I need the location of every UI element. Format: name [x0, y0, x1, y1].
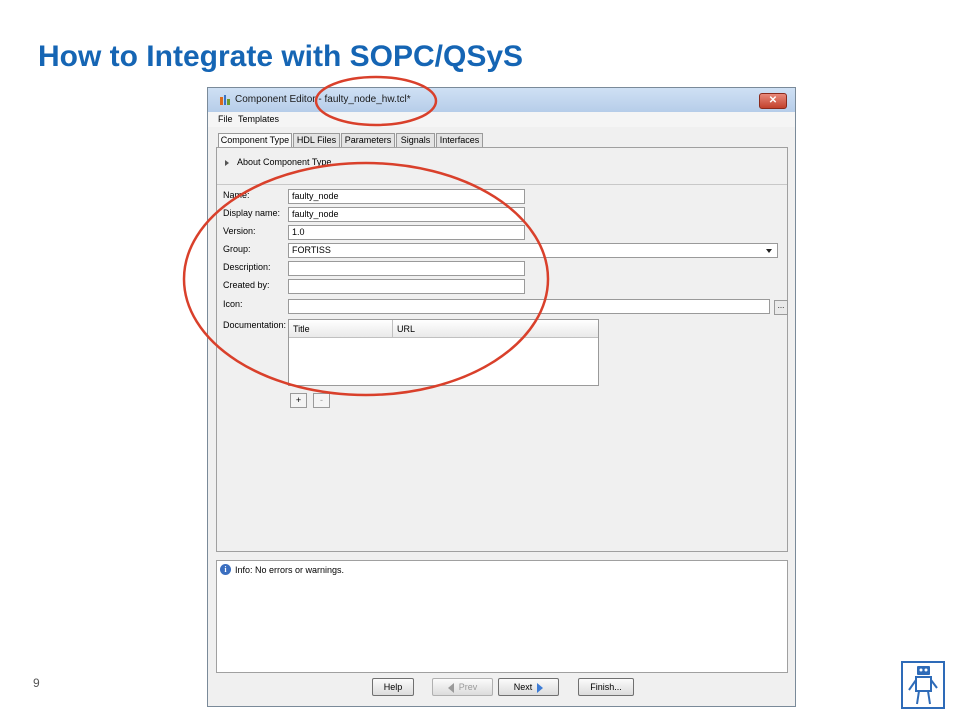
arrow-right-icon: [537, 682, 544, 693]
next-button[interactable]: Next: [498, 678, 559, 696]
component-editor-icon: [220, 95, 230, 105]
version-field[interactable]: 1.0: [288, 225, 525, 240]
about-label: About Component Type: [237, 157, 332, 167]
message-panel: i Info: No errors or warnings.: [216, 560, 788, 673]
documentation-table[interactable]: Title URL: [288, 319, 599, 386]
description-field[interactable]: [288, 261, 525, 276]
description-label: Description:: [223, 262, 271, 272]
menu-file[interactable]: File: [218, 114, 233, 124]
tab-component-type[interactable]: Component Type: [218, 133, 292, 148]
chevron-down-icon: [766, 249, 772, 253]
icon-field[interactable]: [288, 299, 770, 314]
add-doc-button[interactable]: +: [290, 393, 307, 408]
name-label: Name:: [223, 190, 250, 200]
display-name-field[interactable]: faulty_node: [288, 207, 525, 222]
created-by-label: Created by:: [223, 280, 270, 290]
column-title[interactable]: Title: [293, 324, 310, 334]
created-by-field[interactable]: [288, 279, 525, 294]
title-bar[interactable]: Component Editor - faulty_node_hw.tcl* ✕: [208, 88, 795, 113]
table-header: Title URL: [289, 320, 598, 338]
tab-hdl-files[interactable]: HDL Files: [293, 133, 340, 147]
name-field[interactable]: faulty_node: [288, 189, 525, 204]
remove-doc-button[interactable]: -: [313, 393, 330, 408]
tab-parameters[interactable]: Parameters: [341, 133, 395, 147]
group-dropdown[interactable]: FORTISS: [288, 243, 778, 258]
group-value: FORTISS: [292, 245, 331, 255]
finish-button[interactable]: Finish...: [578, 678, 634, 696]
component-editor-window: Component Editor - faulty_node_hw.tcl* ✕…: [207, 87, 796, 707]
menu-templates[interactable]: Templates: [238, 114, 279, 124]
icon-label: Icon:: [223, 299, 243, 309]
menu-bar: File Templates: [208, 112, 795, 127]
robot-logo: [901, 661, 945, 709]
about-component-type[interactable]: About Component Type: [225, 157, 331, 167]
documentation-label: Documentation:: [223, 320, 287, 330]
help-button[interactable]: Help: [372, 678, 414, 696]
divider: [217, 184, 787, 185]
component-type-panel: About Component Type Name: faulty_node D…: [216, 147, 788, 552]
prev-button[interactable]: Prev: [432, 678, 493, 696]
version-label: Version:: [223, 226, 256, 236]
prev-label: Prev: [458, 682, 478, 692]
browse-button[interactable]: ...: [774, 300, 788, 315]
column-url[interactable]: URL: [397, 324, 415, 334]
info-message: Info: No errors or warnings.: [235, 565, 345, 575]
expand-arrow-icon: [225, 159, 229, 166]
page-number: 9: [33, 676, 40, 690]
group-label: Group:: [223, 244, 251, 254]
close-button[interactable]: ✕: [759, 93, 787, 109]
tab-interfaces[interactable]: Interfaces: [436, 133, 483, 147]
tab-signals[interactable]: Signals: [396, 133, 435, 147]
slide-title: How to Integrate with SOPC/QSyS: [38, 40, 524, 73]
window-title: Component Editor - faulty_node_hw.tcl*: [235, 94, 411, 105]
next-label: Next: [513, 682, 533, 692]
column-separator: [392, 320, 393, 337]
display-name-label: Display name:: [223, 208, 281, 218]
info-icon: i: [220, 564, 231, 575]
arrow-left-icon: [447, 682, 454, 693]
